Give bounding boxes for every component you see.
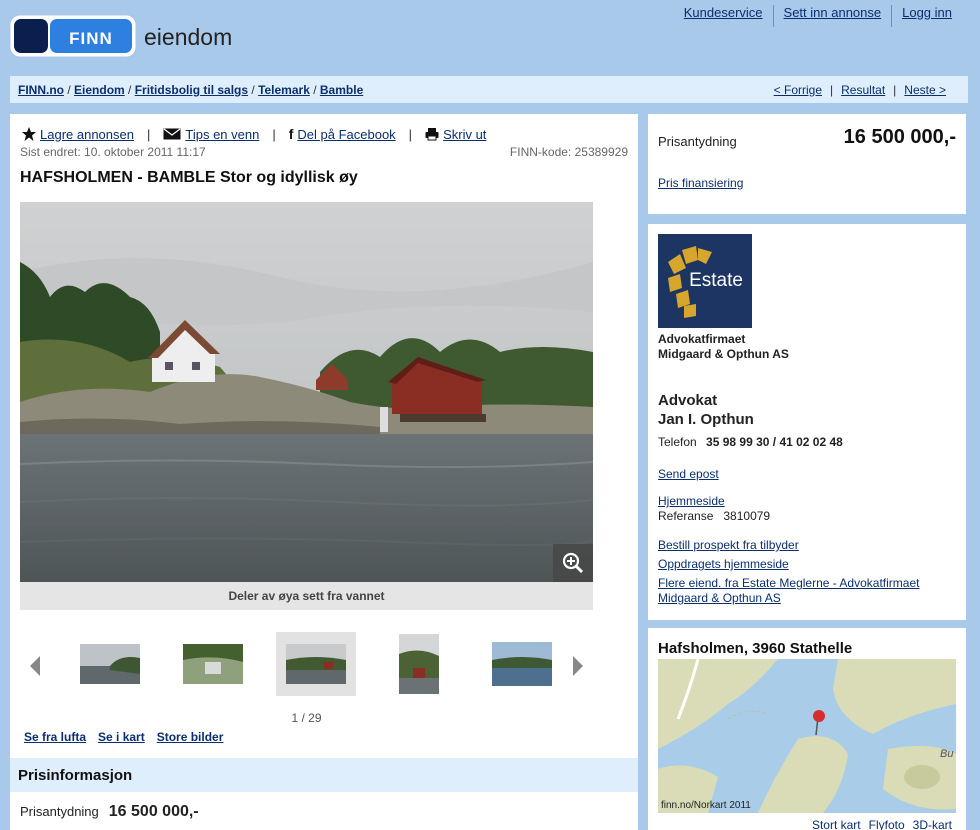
broker-firm-line2: Midgaard & Opthun AS: [658, 347, 789, 361]
broker-box: Estate Advokatfirmaet Midgaard & Opthun …: [648, 224, 966, 620]
ad-meta: Sist endret: 10. oktober 2011 11:17 FINN…: [20, 145, 628, 159]
reference: Referanse 3810079: [658, 509, 770, 523]
facebook-icon: f: [288, 126, 294, 142]
large-map-link[interactable]: Stort kart: [812, 818, 861, 830]
assignment-homepage-link[interactable]: Oppdragets hjemmeside: [658, 557, 789, 571]
breadcrumb-bar: FINN.no / Eiendom / Fritidsbolig til sal…: [10, 76, 968, 103]
price-line: Prisantydning 16 500 000,-: [20, 803, 199, 821]
estate-logo-text: Estate: [689, 270, 743, 291]
price-section-title: Prisinformasjon: [18, 767, 133, 784]
save-ad-link[interactable]: Lagre annonsen: [40, 127, 134, 142]
save-ad-action[interactable]: Lagre annonsen: [22, 127, 134, 142]
tip-friend-action[interactable]: Tips en venn: [163, 127, 259, 142]
ad-main-panel: Lagre annonsen | Tips en venn | f Del på…: [10, 114, 638, 830]
image-caption: Deler av øya sett fra vannet: [20, 582, 593, 610]
zoom-button[interactable]: [553, 544, 593, 582]
send-email-link[interactable]: Send epost: [658, 467, 719, 481]
facebook-share-action[interactable]: f Del på Facebook: [289, 126, 396, 142]
top-links: Kundeservice Sett inn annonse Logg inn: [674, 5, 962, 27]
breadcrumb-bamble[interactable]: Bamble: [320, 83, 363, 97]
star-icon: [22, 127, 36, 141]
customer-service-link[interactable]: Kundeservice: [674, 5, 773, 27]
printer-icon: [425, 128, 439, 141]
ad-title: HAFSHOLMEN - BAMBLE Stor og idyllisk øy: [20, 169, 358, 186]
more-properties-line1: Flere eiend. fra Estate Meglerne - Advok…: [658, 576, 920, 590]
thumbnail[interactable]: [70, 632, 150, 696]
price-financing-link[interactable]: Pris finansiering: [658, 176, 743, 190]
thumbnail-active[interactable]: [276, 632, 356, 696]
map-links: Stort kart Flyfoto 3D-kart: [812, 818, 952, 830]
3d-map-link[interactable]: 3D-kart: [913, 818, 952, 830]
next-image-arrow-icon[interactable]: [573, 656, 583, 676]
phone-numbers: 35 98 99 30 / 41 02 02 48: [706, 435, 843, 449]
thumbnail-strip: [20, 632, 593, 698]
aerial-photo-link[interactable]: Flyfoto: [869, 818, 905, 830]
zoom-in-icon: [562, 552, 584, 574]
broker-name: Jan I. Opthun: [658, 411, 754, 428]
section-name: eiendom: [144, 24, 233, 50]
envelope-icon: [163, 128, 181, 140]
breadcrumb-telemark[interactable]: Telemark: [258, 83, 310, 97]
homepage-link[interactable]: Hjemmeside: [658, 494, 725, 508]
thumbnail[interactable]: [379, 632, 459, 696]
image-links: Se fra lufta Se i kart Store bilder: [24, 730, 223, 744]
previous-image-arrow-icon[interactable]: [30, 656, 40, 676]
price-box-label: Prisantydning: [658, 134, 737, 149]
map-place-label: Bu: [940, 748, 953, 760]
finn-code: FINN-kode: 25389929: [509, 145, 628, 159]
map-view[interactable]: Bu finn.no/Norkart 2011: [658, 659, 956, 813]
thumbnail[interactable]: [482, 632, 562, 696]
breadcrumb: FINN.no / Eiendom / Fritidsbolig til sal…: [18, 83, 364, 97]
previous-link[interactable]: < Forrige: [766, 83, 830, 97]
result-link[interactable]: Resultat: [833, 83, 893, 97]
aerial-view-link[interactable]: Se fra lufta: [24, 730, 86, 744]
breadcrumb-finn[interactable]: FINN.no: [18, 83, 64, 97]
tip-friend-link[interactable]: Tips en venn: [185, 127, 259, 142]
map-credit: finn.no/Norkart 2011: [661, 800, 751, 811]
finn-logo[interactable]: FINN: [10, 15, 136, 57]
breadcrumb-fritidsbolig[interactable]: Fritidsbolig til salgs: [135, 83, 248, 97]
last-changed: Sist endret: 10. oktober 2011 11:17: [20, 145, 206, 159]
main-photo[interactable]: [20, 202, 593, 582]
breadcrumb-eiendom[interactable]: Eiendom: [74, 83, 125, 97]
map-pin-icon[interactable]: [813, 710, 825, 722]
broker-firm-line1: Advokatfirmaet: [658, 332, 746, 346]
result-navigation: < Forrige | Resultat | Neste >: [766, 83, 954, 97]
login-link[interactable]: Logg inn: [892, 5, 962, 27]
facebook-share-link[interactable]: Del på Facebook: [297, 127, 395, 142]
broker-firm: Advokatfirmaet Midgaard & Opthun AS: [658, 332, 789, 362]
map-title: Hafsholmen, 3960 Stathelle: [658, 640, 853, 657]
print-action[interactable]: Skriv ut: [425, 127, 486, 142]
price-section-header: Prisinformasjon: [10, 758, 638, 792]
finn-logo-text: FINN: [69, 29, 113, 48]
reference-value: 3810079: [723, 509, 771, 523]
price-value: 16 500 000,-: [108, 803, 199, 820]
more-properties-link[interactable]: Flere eiend. fra Estate Meglerne - Advok…: [658, 576, 919, 606]
ad-actions: Lagre annonsen | Tips en venn | f Del på…: [22, 126, 486, 142]
map-box: Hafsholmen, 3960 Stathelle Bu finn.no/No…: [648, 628, 966, 830]
image-counter: 1 / 29: [291, 711, 322, 725]
thumbnail[interactable]: [173, 632, 253, 696]
phone-label: Telefon: [658, 435, 697, 449]
price-label: Prisantydning: [20, 804, 99, 819]
order-prospect-link[interactable]: Bestill prospekt fra tilbyder: [658, 538, 799, 552]
view-in-map-link[interactable]: Se i kart: [98, 730, 145, 744]
estate-logo[interactable]: Estate: [658, 234, 752, 328]
broker-phone: Telefon 35 98 99 30 / 41 02 02 48: [658, 435, 843, 449]
price-box: Prisantydning 16 500 000,- Pris finansie…: [648, 114, 966, 214]
price-box-value: 16 500 000,-: [843, 126, 956, 148]
broker-role: Advokat: [658, 392, 718, 409]
next-link[interactable]: Neste >: [896, 83, 954, 97]
print-link[interactable]: Skriv ut: [443, 127, 486, 142]
post-ad-link[interactable]: Sett inn annonse: [774, 5, 892, 27]
more-properties-line2: Midgaard & Opthun AS: [658, 591, 781, 605]
reference-label: Referanse: [658, 509, 714, 523]
large-images-link[interactable]: Store bilder: [157, 730, 224, 744]
